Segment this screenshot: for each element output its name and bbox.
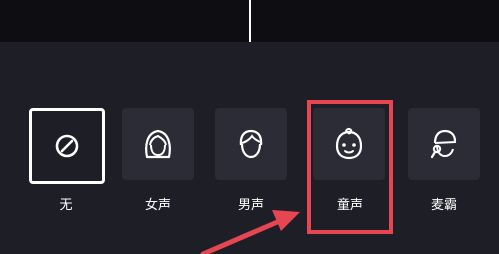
- annotation-arrow: [200, 210, 300, 254]
